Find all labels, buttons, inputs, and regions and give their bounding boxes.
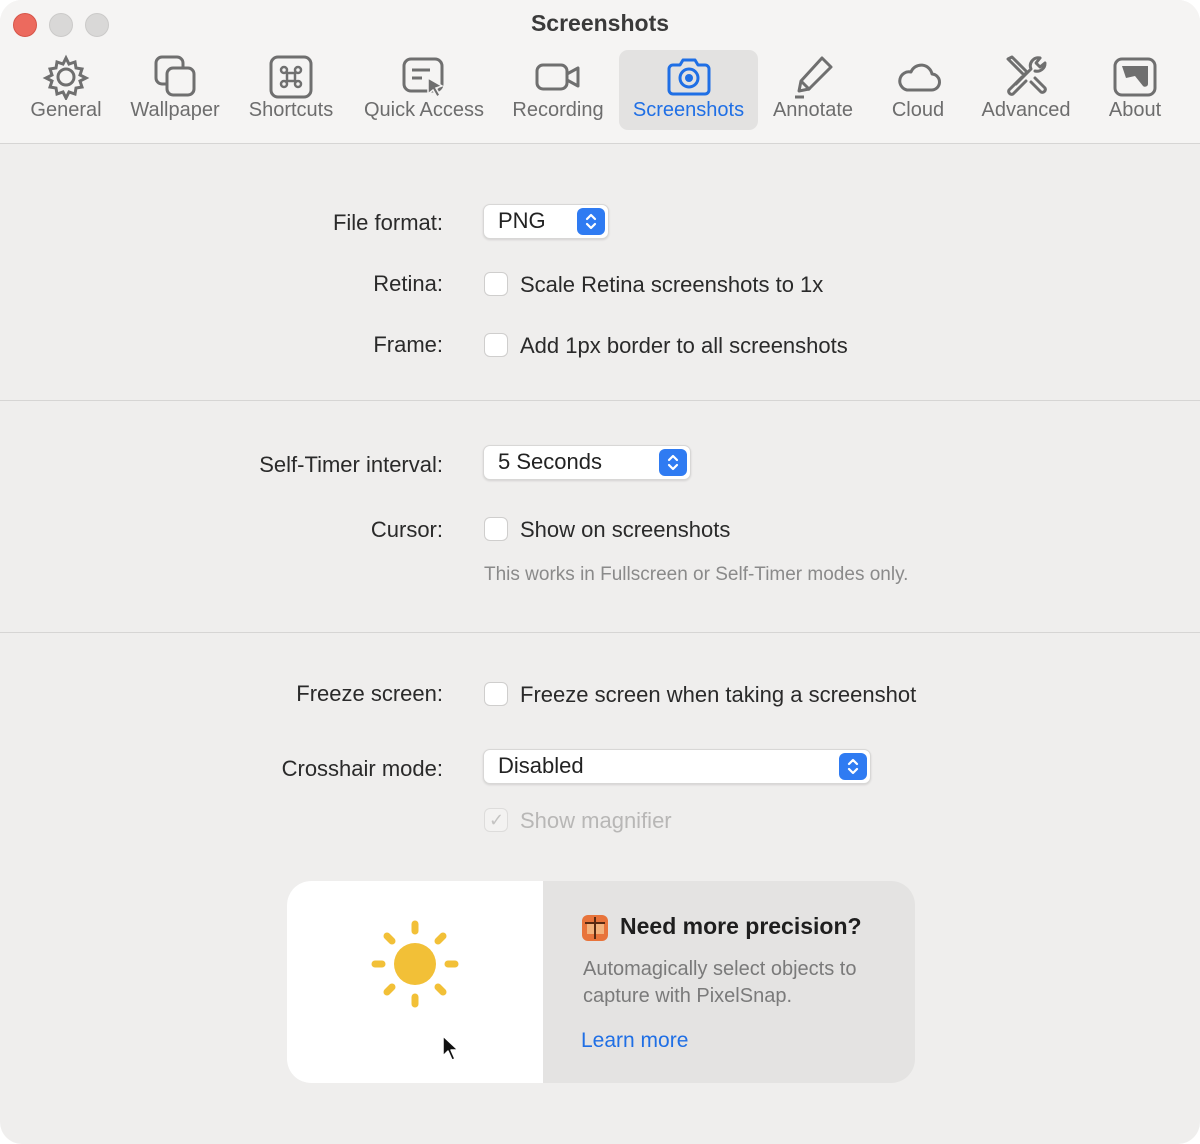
- tab-advanced[interactable]: Advanced: [972, 50, 1080, 130]
- cursor-hint-text: This works in Fullscreen or Self-Timer m…: [484, 564, 909, 585]
- checkmark-icon: ✓: [489, 810, 505, 830]
- tab-quick-access[interactable]: Quick Access: [354, 50, 494, 130]
- chevron-up-down-icon: [847, 758, 859, 775]
- quick-access-icon: [402, 57, 444, 99]
- promo-illustration: [287, 881, 543, 1083]
- mouse-pointer-icon: [442, 1035, 459, 1061]
- tab-wallpaper[interactable]: Wallpaper: [122, 50, 228, 130]
- tab-label: Cloud: [891, 99, 945, 121]
- file-format-value: PNG: [498, 208, 546, 233]
- select-stepper: [577, 208, 605, 235]
- cloud-icon: [898, 63, 941, 92]
- sun-icon: [371, 920, 459, 1008]
- tab-label: Annotate: [772, 99, 854, 121]
- cursor-label: Cursor:: [370, 517, 443, 542]
- window-title: Screenshots: [530, 10, 670, 36]
- frame-checkbox[interactable]: [484, 333, 508, 357]
- tab-label: Advanced: [981, 99, 1071, 121]
- promo-description: Automagically select objects to capture …: [583, 958, 857, 1007]
- wallpaper-icon: [154, 55, 196, 97]
- freeze-screen-checkbox-label[interactable]: Freeze screen when taking a screenshot: [520, 682, 916, 708]
- tools-icon: [1006, 55, 1047, 96]
- show-magnifier-label: Show magnifier: [520, 808, 672, 833]
- freeze-screen-checkbox[interactable]: [484, 682, 508, 706]
- self-timer-select[interactable]: 5 Seconds: [483, 445, 691, 480]
- self-timer-label: Self-Timer interval:: [259, 452, 443, 477]
- file-format-label: File format:: [332, 210, 443, 235]
- show-magnifier-checkbox: ✓: [484, 808, 508, 832]
- learn-more-link[interactable]: Learn more: [581, 1029, 688, 1053]
- section-divider: [0, 632, 1200, 633]
- retina-checkbox[interactable]: [484, 272, 508, 296]
- video-camera-icon: [535, 63, 580, 91]
- promo-title: Need more precision?: [620, 913, 862, 939]
- crosshair-mode-select[interactable]: Disabled: [483, 749, 871, 784]
- cursor-checkbox-label[interactable]: Show on screenshots: [520, 517, 730, 543]
- retina-checkbox-label[interactable]: Scale Retina screenshots to 1x: [520, 272, 823, 298]
- crosshair-mode-value: Disabled: [498, 753, 584, 778]
- command-key-icon: [269, 55, 313, 99]
- retina-label: Retina:: [373, 271, 443, 296]
- tab-label: Quick Access: [363, 99, 485, 121]
- camera-icon: [667, 58, 710, 96]
- pixelsnap-app-icon: [582, 915, 608, 941]
- frame-checkbox-label[interactable]: Add 1px border to all screenshots: [520, 333, 848, 359]
- pixelsnap-promo-card: Need more precision? Automagically selec…: [287, 881, 915, 1083]
- tab-label: Recording: [512, 99, 604, 121]
- freeze-screen-label: Freeze screen:: [296, 681, 443, 706]
- tab-about[interactable]: About: [1094, 50, 1176, 130]
- about-icon: [1113, 57, 1157, 97]
- toolbar: Screenshots General Wallpaper Shortcuts …: [0, 0, 1200, 144]
- tab-cloud[interactable]: Cloud: [876, 50, 960, 130]
- select-stepper: [659, 449, 687, 476]
- tab-label: About: [1108, 99, 1162, 121]
- tab-label: Shortcuts: [248, 99, 334, 121]
- tab-screenshots[interactable]: Screenshots: [619, 50, 758, 130]
- tab-label: Wallpaper: [130, 99, 220, 121]
- pencil-icon: [795, 56, 833, 99]
- tab-label: Screenshots: [632, 99, 745, 121]
- section-divider: [0, 400, 1200, 401]
- tab-annotate[interactable]: Annotate: [764, 50, 862, 130]
- chevron-up-down-icon: [667, 454, 679, 471]
- select-stepper: [839, 753, 867, 780]
- chevron-up-down-icon: [585, 213, 597, 230]
- gear-icon: [42, 54, 90, 100]
- self-timer-value: 5 Seconds: [498, 449, 602, 474]
- frame-label: Frame:: [373, 332, 443, 357]
- tab-recording[interactable]: Recording: [504, 50, 612, 130]
- crosshair-mode-label: Crosshair mode:: [281, 756, 443, 781]
- cursor-checkbox[interactable]: [484, 517, 508, 541]
- tab-general[interactable]: General: [20, 50, 112, 130]
- tab-label: General: [30, 99, 102, 121]
- preferences-window: Screenshots General Wallpaper Shortcuts …: [0, 0, 1200, 1144]
- file-format-select[interactable]: PNG: [483, 204, 609, 239]
- tab-shortcuts[interactable]: Shortcuts: [238, 50, 344, 130]
